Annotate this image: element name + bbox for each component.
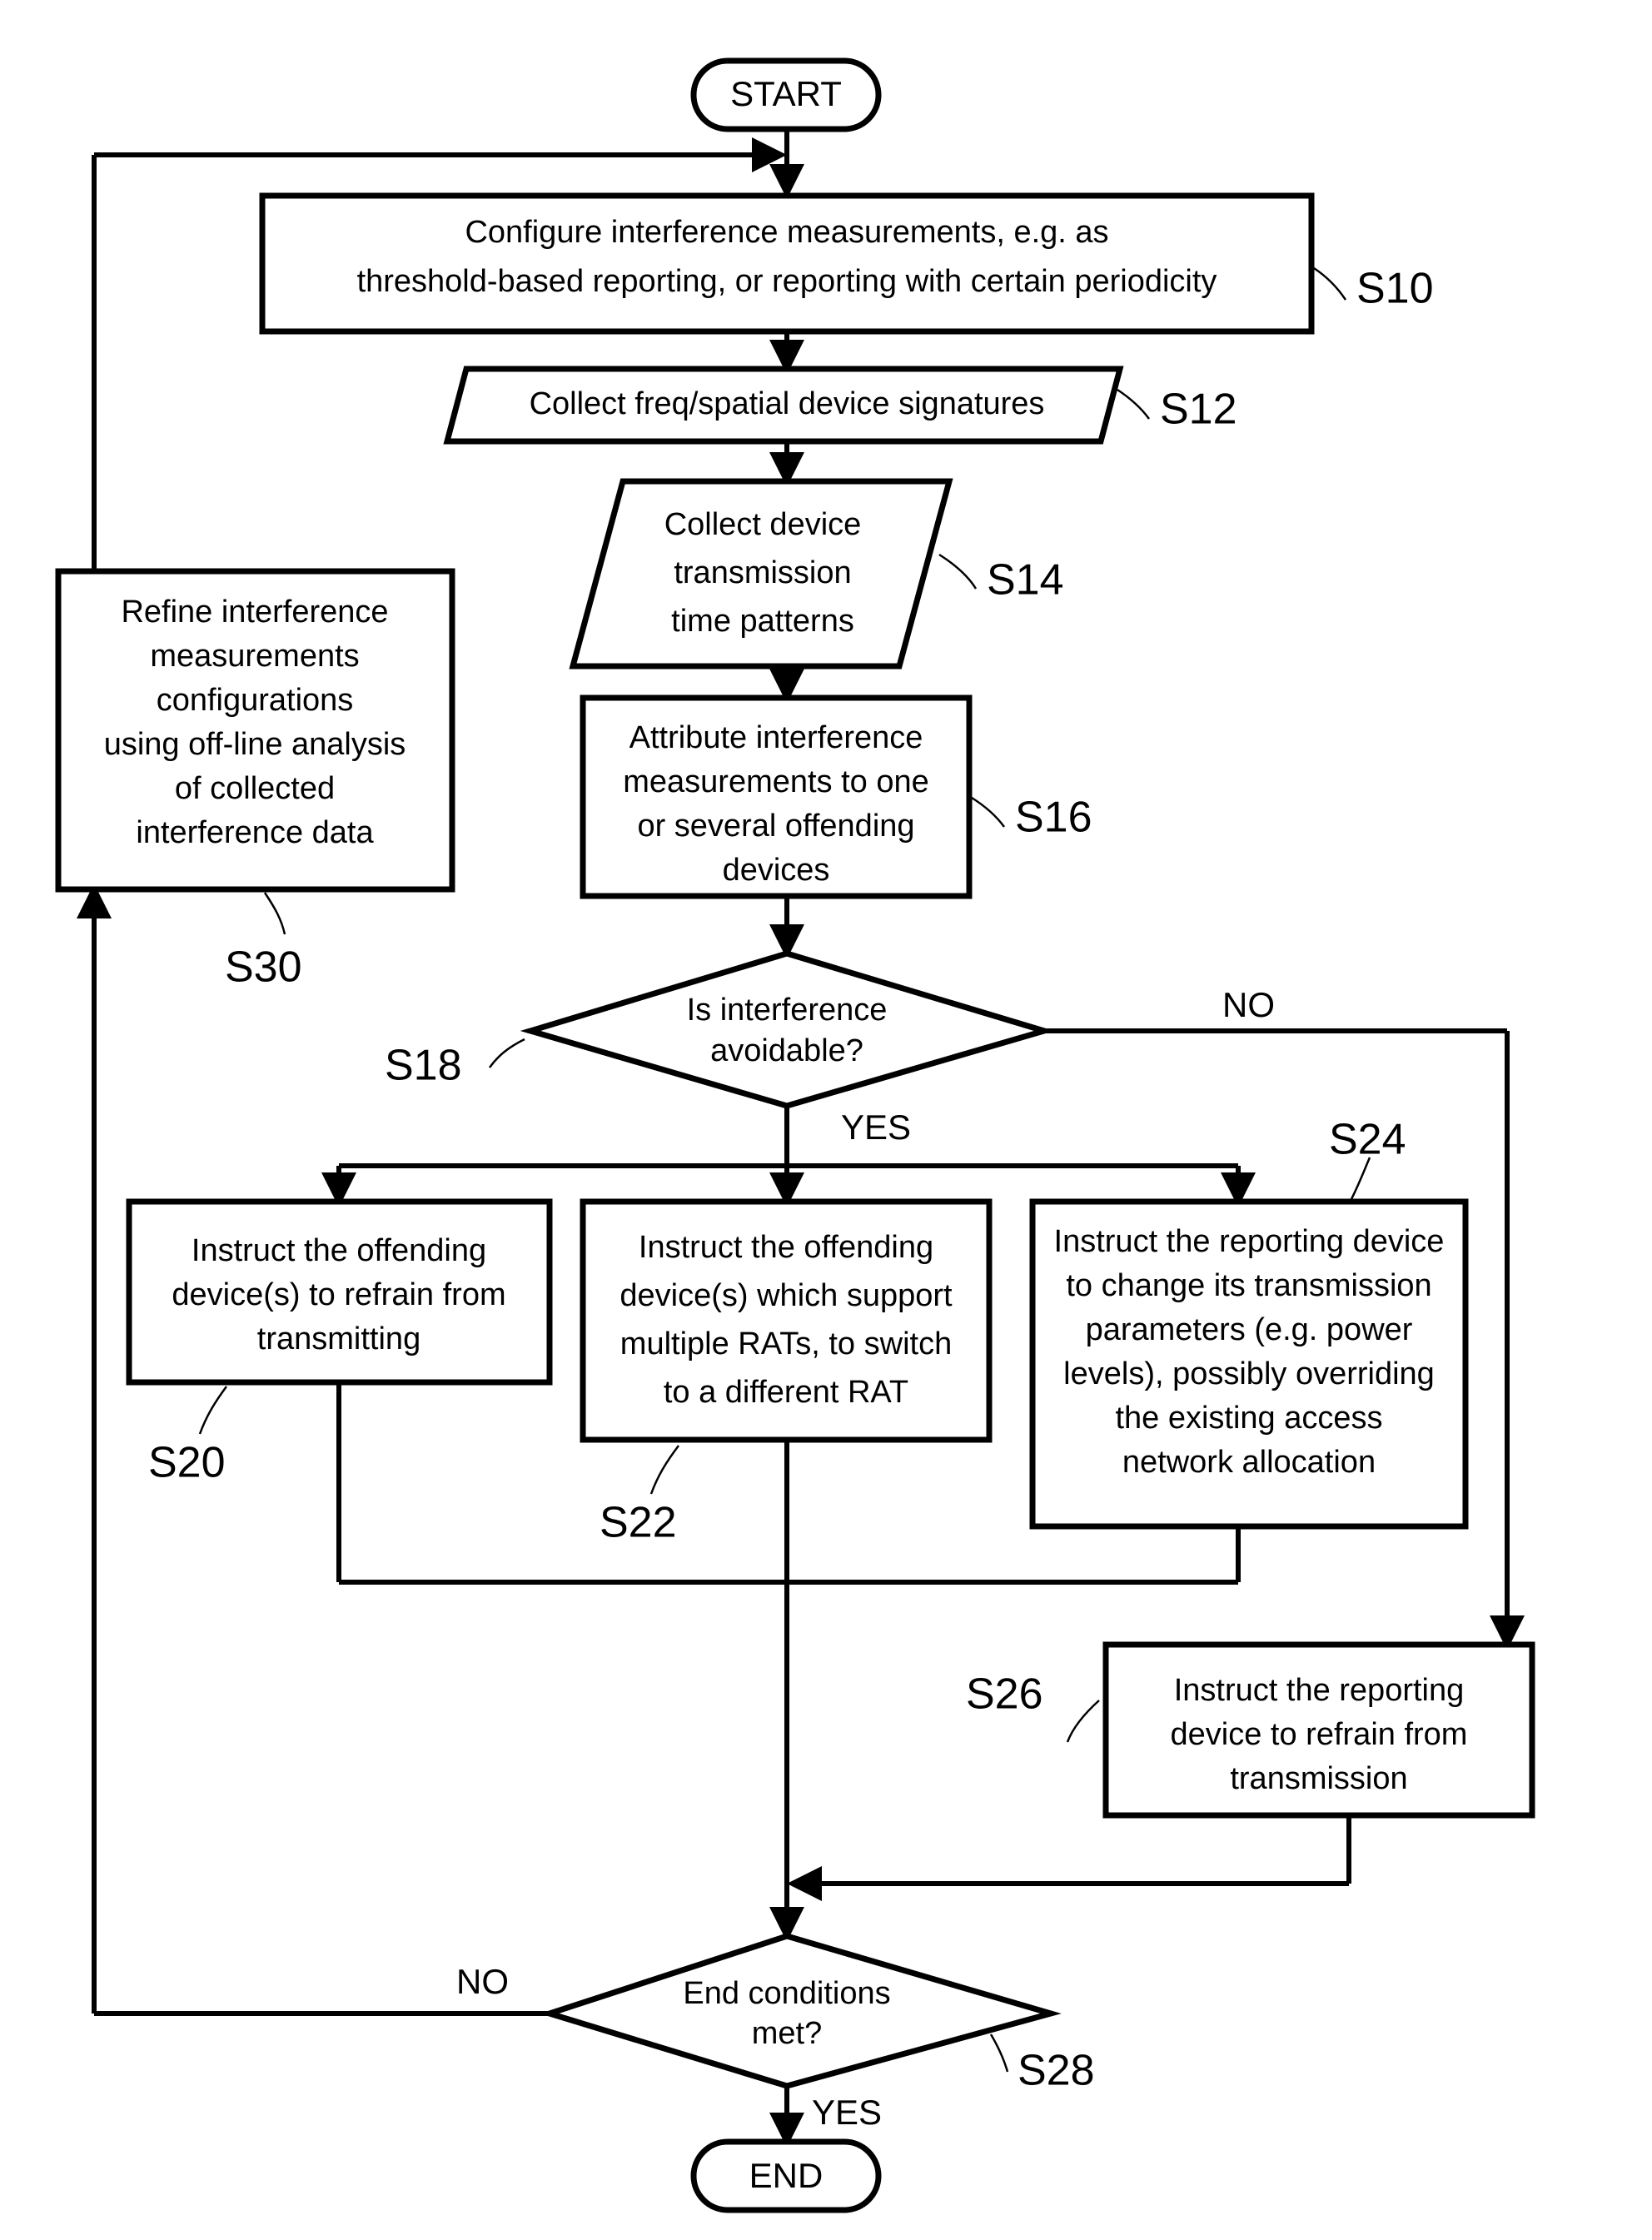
start-label: START (730, 74, 842, 113)
s22-line-3: to a different RAT (664, 1375, 908, 1410)
s24-line-5: network allocation (1122, 1445, 1376, 1480)
s24-line-3: levels), possibly overriding (1063, 1356, 1435, 1391)
s16-line-3: devices (723, 853, 830, 888)
s30-line-4: of collected (175, 771, 335, 806)
s26-line-0: Instruct the reporting (1174, 1673, 1465, 1708)
end-label: END (749, 2156, 824, 2195)
s10-ref-label: S10 (1356, 265, 1434, 313)
s26-ref-label: S26 (966, 1670, 1043, 1719)
s30-line-0: Refine interference (121, 595, 388, 630)
s24-ref-label: S24 (1329, 1116, 1406, 1164)
s24-line-1: to change its transmission (1066, 1268, 1431, 1303)
s30-ref-label: S30 (225, 943, 302, 992)
s12-line-0: Collect freq/spatial device signatures (530, 386, 1045, 421)
s16-ref-label: S16 (1015, 794, 1092, 842)
s22-ref-label: S22 (600, 1499, 677, 1547)
s18-line-1: avoidable? (710, 1033, 863, 1068)
s14-line-2: time patterns (671, 604, 854, 639)
s20-line-2: transmitting (257, 1322, 420, 1356)
s10-line-0: Configure interference measurements, e.g… (465, 215, 1108, 250)
s20-line-1: device(s) to refrain from (172, 1277, 505, 1312)
s30-line-5: interference data (136, 815, 374, 850)
s24-line-0: Instruct the reporting device (1054, 1224, 1445, 1259)
s18-ref-label: S18 (385, 1042, 462, 1090)
s28-ref-label: S28 (1018, 2047, 1095, 2095)
s12-ref-label: S12 (1160, 386, 1237, 434)
flowchart-canvas: START Configure interference measurement… (0, 0, 1652, 2240)
s22-line-2: multiple RATs, to switch (620, 1327, 952, 1361)
s28-line-1: met? (752, 2016, 822, 2051)
s18-line-0: Is interference (687, 993, 888, 1028)
flowchart-page: START Configure interference measurement… (0, 0, 1652, 2240)
s30-line-1: measurements (150, 639, 359, 674)
node-start[interactable]: START (690, 57, 882, 132)
s24-line-4: the existing access (1115, 1401, 1382, 1436)
s28-no-branch-label: NO (456, 1962, 509, 2001)
s18-no-branch-label: NO (1222, 985, 1275, 1024)
s30-line-3: using off-line analysis (104, 727, 406, 762)
s14-line-0: Collect device (664, 507, 862, 542)
s14-line-1: transmission (674, 555, 851, 590)
s18-yes-branch-label: YES (841, 1108, 911, 1147)
s26-line-2: transmission (1230, 1761, 1407, 1796)
s22-line-1: device(s) which support (620, 1278, 953, 1313)
s26-line-1: device to refrain from (1171, 1717, 1468, 1752)
s24-line-2: parameters (e.g. power (1086, 1312, 1413, 1347)
node-s10[interactable]: Configure interference measurements, e.g… (259, 192, 1434, 335)
s28-line-0: End conditions (683, 1976, 890, 2011)
s16-line-0: Attribute interference (629, 720, 923, 755)
s10-line-1: threshold-based reporting, or reporting … (357, 264, 1217, 299)
s14-ref-label: S14 (987, 556, 1064, 605)
s16-line-1: measurements to one (623, 764, 929, 799)
s16-line-2: or several offending (637, 809, 914, 844)
node-end[interactable]: END (690, 2138, 882, 2213)
s20-ref-label: S20 (148, 1439, 226, 1487)
s28-yes-branch-label: YES (812, 2093, 882, 2132)
s20-line-0: Instruct the offending (192, 1233, 486, 1268)
s22-line-0: Instruct the offending (639, 1230, 933, 1265)
s30-line-2: configurations (157, 683, 354, 718)
